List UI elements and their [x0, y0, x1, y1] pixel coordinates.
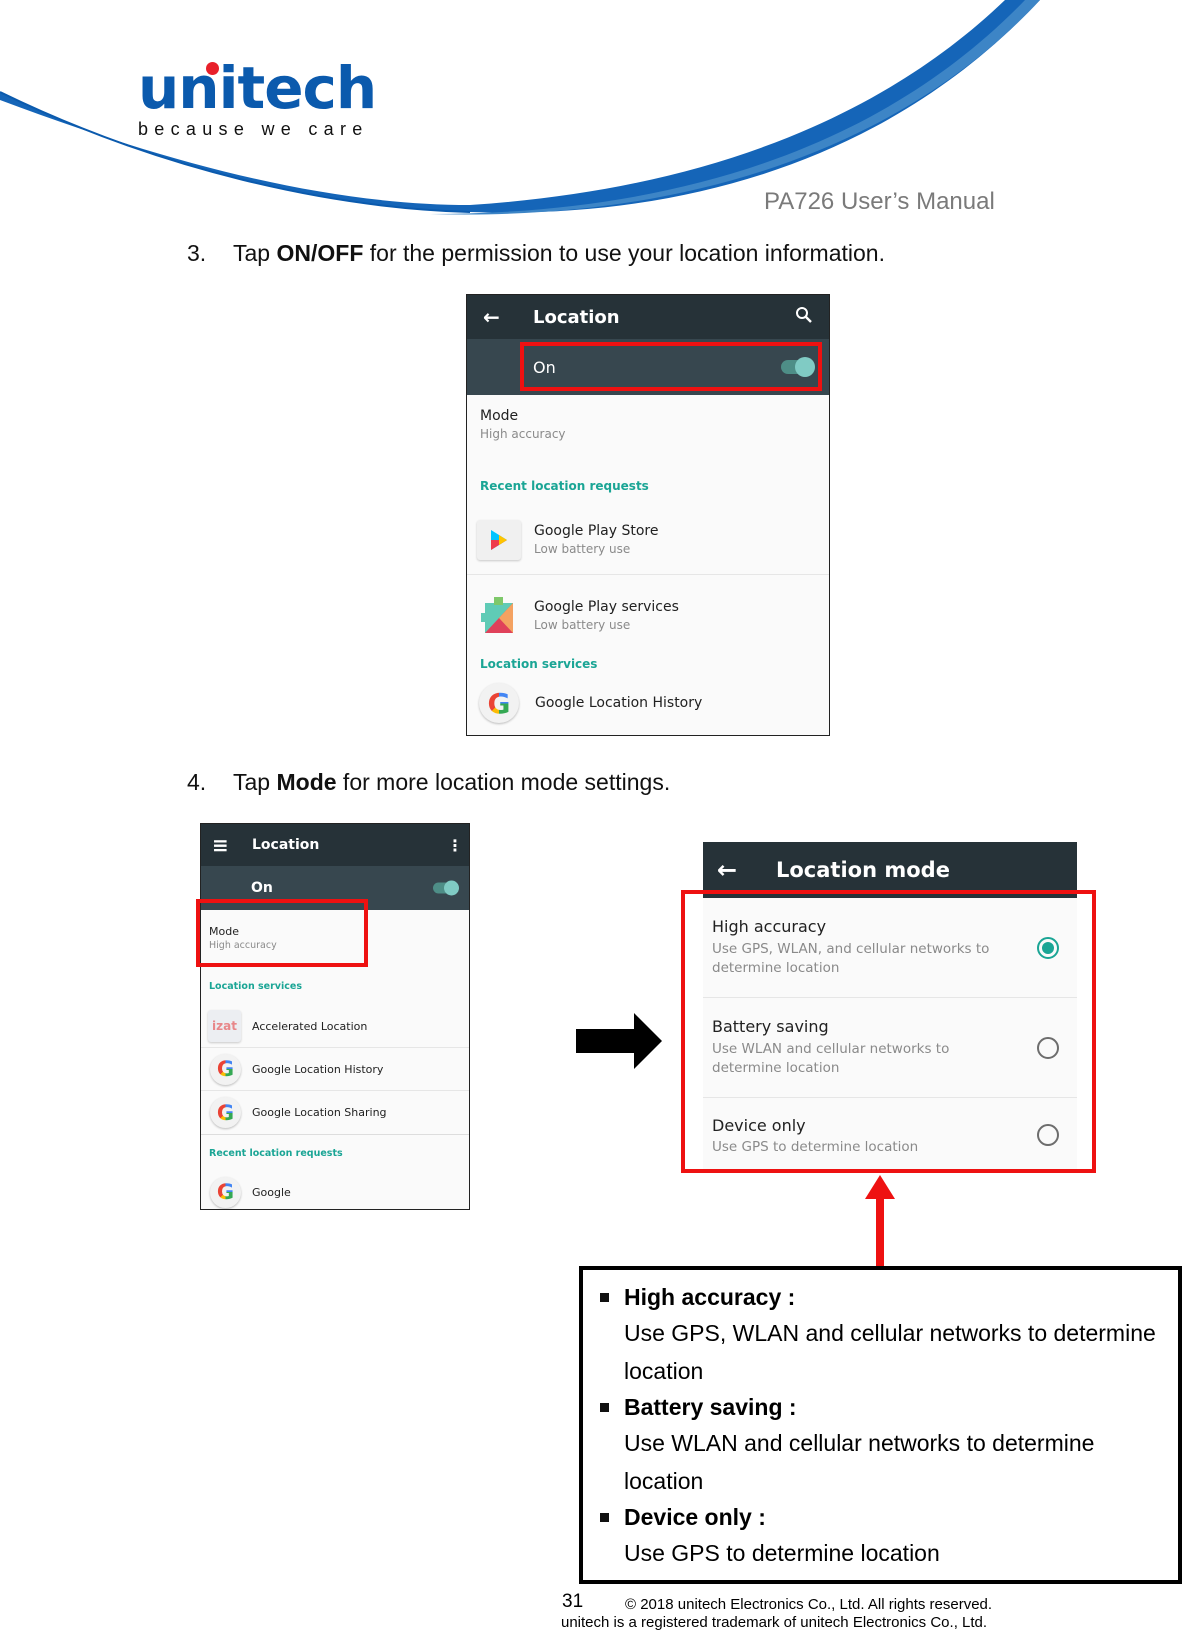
copyright-text: © 2018 unitech Electronics Co., Ltd. All…: [625, 1596, 993, 1613]
app-bar-title: Location: [533, 306, 620, 328]
list-item[interactable]: Google Play services Low battery use: [467, 575, 829, 655]
google-g-icon: G: [479, 683, 519, 723]
section-header-recent: Recent location requests: [480, 479, 649, 493]
back-arrow-icon[interactable]: ←: [717, 856, 776, 884]
square-bullet-icon: [600, 1403, 609, 1412]
info-item: Device only :: [600, 1500, 1178, 1534]
location-settings-screenshot-2: ≡ Location ⋮ On Mode High accuracy Locat…: [200, 823, 470, 1210]
step-3: 3. Tap ON/OFF for the permission to use y…: [187, 240, 885, 267]
app-bar: ≡ Location ⋮: [201, 824, 469, 866]
page-number: 31: [562, 1591, 584, 1612]
toggle-label: On: [251, 880, 273, 896]
search-icon[interactable]: [795, 305, 829, 329]
google-g-icon: G: [210, 1053, 241, 1085]
logo-wordmark: unitech: [138, 54, 377, 122]
step-keyword: ON/OFF: [276, 240, 364, 266]
item-title: Accelerated Location: [252, 1019, 368, 1033]
highlight-toggle-box: [520, 342, 822, 391]
step-keyword: Mode: [276, 769, 337, 795]
google-play-services-icon: [481, 595, 517, 635]
manual-title: PA726 User’s Manual: [764, 188, 995, 215]
square-bullet-icon: [600, 1293, 609, 1302]
app-bar-title: Location mode: [776, 858, 950, 882]
step-text: for the permission to use your location …: [363, 240, 885, 266]
logo-tagline: because we care: [138, 119, 369, 139]
info-item: High accuracy :: [600, 1280, 1178, 1314]
location-toggle-switch[interactable]: [433, 866, 459, 910]
step-text: for more location mode settings.: [336, 769, 671, 795]
menu-icon[interactable]: ≡: [212, 833, 252, 857]
item-title: Google Location History: [535, 695, 703, 711]
info-item: Battery saving :: [600, 1390, 1178, 1424]
logo-red-dot: [206, 62, 219, 75]
step-4: 4. Tap Mode for more location mode settin…: [187, 769, 670, 796]
mode-title: Mode: [480, 408, 519, 424]
overflow-menu-icon[interactable]: ⋮: [447, 836, 469, 855]
info-heading: Battery saving :: [624, 1394, 797, 1420]
google-play-store-icon: [477, 519, 521, 560]
mode-row[interactable]: Mode High accuracy: [467, 395, 829, 479]
list-item[interactable]: G Google Location History: [201, 1048, 469, 1091]
info-heading: High accuracy :: [624, 1284, 796, 1310]
accelerated-location-icon: izat: [208, 1010, 241, 1042]
highlight-mode-box: [196, 899, 368, 967]
item-title: Google Location Sharing: [252, 1106, 387, 1119]
item-title: Google: [252, 1185, 291, 1199]
step-number: 4.: [187, 769, 207, 795]
list-item[interactable]: G Google Location History: [467, 679, 829, 727]
info-description: Use WLAN and cellular networks to determ…: [624, 1430, 1095, 1494]
section-header-recent: Recent location requests: [209, 1148, 343, 1159]
step-text: Tap: [233, 769, 277, 795]
list-item[interactable]: G Google: [201, 1163, 469, 1209]
highlight-mode-options-box: [681, 890, 1096, 1173]
google-g-icon: G: [210, 1176, 241, 1208]
list-item[interactable]: izat Accelerated Location: [201, 1005, 469, 1048]
unitech-logo: unitech because we care: [138, 54, 377, 140]
list-item[interactable]: Google Play Store Low battery use: [467, 505, 829, 575]
mode-value: High accuracy: [480, 427, 566, 441]
item-title: Google Location History: [252, 1062, 384, 1076]
section-header-services: Location services: [480, 657, 598, 671]
app-bar-title: Location: [252, 837, 320, 853]
step-text: Tap: [233, 240, 277, 266]
list-item[interactable]: G Google Location Sharing: [201, 1091, 469, 1135]
app-bar: ← Location: [467, 295, 829, 339]
info-heading: Device only :: [624, 1504, 766, 1530]
step-number: 3.: [187, 240, 207, 266]
back-arrow-icon[interactable]: ←: [483, 305, 533, 329]
item-title: Google Play Store: [534, 523, 659, 539]
right-arrow-icon: [576, 1013, 662, 1069]
google-g-icon: G: [210, 1097, 241, 1128]
trademark-text: unitech is a registered trademark of uni…: [561, 1614, 988, 1631]
info-description: Use GPS to determine location: [624, 1540, 940, 1566]
item-title: Google Play services: [534, 598, 679, 615]
up-arrow-icon: [865, 1175, 895, 1267]
mode-description-box: High accuracy : Use GPS, WLAN and cellul…: [579, 1266, 1182, 1584]
item-subtitle: Low battery use: [534, 617, 631, 632]
section-header-services: Location services: [209, 981, 302, 992]
square-bullet-icon: [600, 1513, 609, 1522]
info-description: Use GPS, WLAN and cellular networks to d…: [624, 1320, 1156, 1384]
item-subtitle: Low battery use: [534, 542, 631, 556]
